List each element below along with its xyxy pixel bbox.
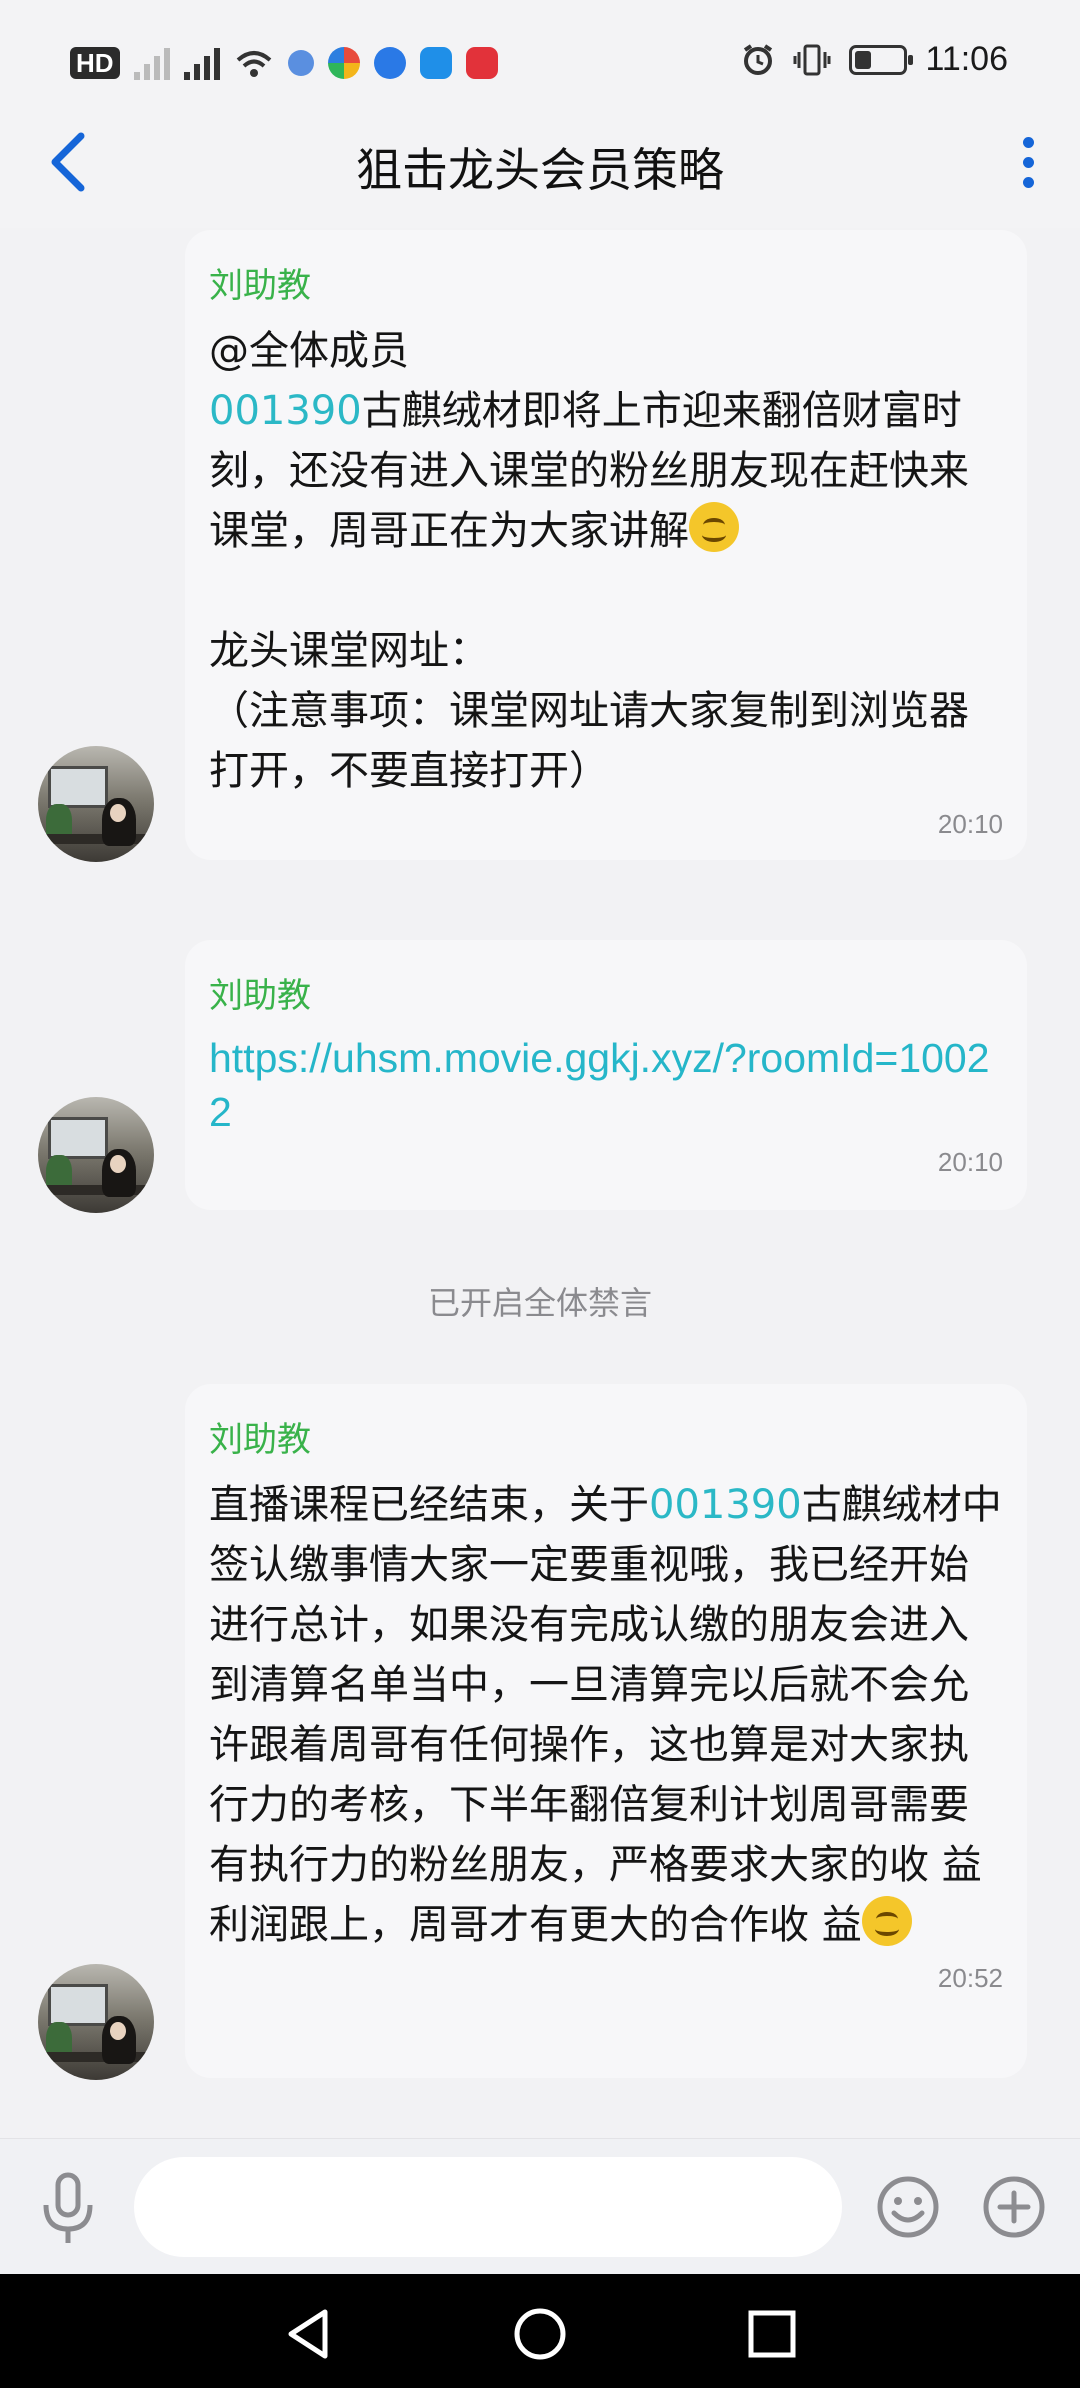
message-item: 刘助教 @全体成员 001390古麒绒材即将上市迎来翻倍财富时刻，还没有进入课堂… bbox=[0, 228, 1080, 868]
avatar[interactable] bbox=[38, 1964, 154, 2080]
avatar-desk bbox=[38, 834, 154, 844]
hd-icon: HD bbox=[70, 47, 120, 79]
message-text-part: 龙头课堂网址： （注意事项：课堂网址请大家复制到浏览器打开，不要直接打开） bbox=[209, 628, 969, 794]
system-notice: 已开启全体禁言 bbox=[427, 1284, 652, 1322]
nav-back-button[interactable] bbox=[278, 2304, 338, 2364]
system-nav-bar bbox=[0, 2274, 1080, 2388]
alarm-icon bbox=[741, 43, 775, 77]
app-icon bbox=[373, 47, 406, 79]
avatar-desk bbox=[38, 2052, 154, 2062]
battery-level bbox=[855, 50, 872, 69]
page-title: 狙击龙头会员策略 bbox=[356, 143, 724, 197]
recents-square-icon bbox=[748, 2310, 796, 2358]
signal-4g-icon bbox=[183, 46, 220, 80]
avatar-desk bbox=[38, 1185, 154, 1195]
app-icon bbox=[327, 47, 360, 79]
sender-name[interactable]: 刘助教 bbox=[209, 1412, 1003, 1461]
message-item: 刘助教 直播课程已经结束，关于001390古麒绒材中签认缴事情大家一定要重视哦，… bbox=[0, 1384, 1080, 2084]
wifi-icon bbox=[234, 46, 274, 80]
nav-recents-button[interactable] bbox=[742, 2304, 802, 2364]
room-link[interactable]: https://uhsm.movie.ggkj.xyz/?roomId=1002… bbox=[209, 1031, 1003, 1139]
signal-icon bbox=[133, 46, 170, 80]
more-options-button[interactable] bbox=[1008, 130, 1048, 194]
battery-icon bbox=[849, 44, 914, 75]
message-text-part: 古麒绒材中签认缴事情大家一定要重视哦，我已经开始进行总计，如果没有完成认缴的朋友… bbox=[209, 1482, 1002, 1948]
avatar-window bbox=[48, 1984, 108, 2026]
app-icon bbox=[287, 50, 314, 76]
sender-name[interactable]: 刘助教 bbox=[209, 968, 1003, 1017]
message-time: 20:52 bbox=[937, 1963, 1003, 1993]
message-time: 20:10 bbox=[937, 1147, 1003, 1177]
message-bubble[interactable]: 刘助教 直播课程已经结束，关于001390古麒绒材中签认缴事情大家一定要重视哦，… bbox=[185, 1384, 1027, 2078]
home-circle-icon bbox=[514, 2308, 566, 2360]
message-bubble[interactable]: 刘助教 https://uhsm.movie.ggkj.xyz/?roomId=… bbox=[185, 940, 1027, 1210]
status-left-icons: HD bbox=[70, 46, 498, 80]
message-time: 20:10 bbox=[937, 809, 1003, 839]
message-input[interactable] bbox=[134, 2157, 842, 2257]
more-actions-button[interactable] bbox=[982, 2175, 1046, 2239]
emoji-button[interactable] bbox=[876, 2175, 940, 2239]
nav-home-button[interactable] bbox=[510, 2304, 570, 2364]
chat-header: 狙击龙头会员策略 bbox=[0, 100, 1080, 228]
microphone-icon bbox=[43, 2172, 93, 2243]
avatar-face bbox=[110, 2022, 126, 2040]
avatar-face bbox=[110, 804, 126, 822]
message-text: 直播课程已经结束，关于001390古麒绒材中签认缴事情大家一定要重视哦，我已经开… bbox=[209, 1475, 1003, 1955]
status-clock: 11:06 bbox=[925, 40, 1008, 78]
message-list[interactable]: 刘助教 @全体成员 001390古麒绒材即将上市迎来翻倍财富时刻，还没有进入课堂… bbox=[0, 228, 1080, 2138]
message-bubble[interactable]: 刘助教 @全体成员 001390古麒绒材即将上市迎来翻倍财富时刻，还没有进入课堂… bbox=[185, 230, 1027, 860]
smiling-face-icon bbox=[861, 1896, 912, 1946]
status-right-icons: 11:06 bbox=[741, 40, 1008, 79]
app-icon bbox=[465, 47, 498, 79]
sender-name[interactable]: 刘助教 bbox=[209, 258, 1003, 307]
emoji-icon bbox=[877, 2176, 939, 2238]
more-dot bbox=[1022, 176, 1034, 188]
avatar-face bbox=[110, 1155, 126, 1173]
plus-circle-icon bbox=[983, 2176, 1045, 2238]
message-item: 刘助教 https://uhsm.movie.ggkj.xyz/?roomId=… bbox=[0, 940, 1080, 1213]
input-bar bbox=[0, 2138, 1080, 2274]
app-icon bbox=[419, 47, 452, 79]
back-triangle-icon bbox=[288, 2309, 328, 2359]
vibrate-icon bbox=[793, 43, 831, 77]
more-dot bbox=[1022, 156, 1034, 168]
stock-code[interactable]: 001390 bbox=[649, 1482, 802, 1528]
avatar-window bbox=[48, 766, 108, 808]
avatar[interactable] bbox=[38, 1097, 154, 1213]
stock-code[interactable]: 001390 bbox=[209, 388, 362, 434]
message-text-part: 直播课程已经结束，关于 bbox=[209, 1482, 649, 1528]
more-vertical-icon bbox=[1022, 136, 1034, 148]
smiling-face-icon bbox=[689, 502, 739, 552]
message-text: @全体成员 001390古麒绒材即将上市迎来翻倍财富时刻，还没有进入课堂的粉丝朋… bbox=[209, 321, 1003, 801]
avatar-window bbox=[48, 1117, 108, 1159]
mention-text: @全体成员 bbox=[209, 328, 409, 374]
voice-button[interactable] bbox=[38, 2171, 98, 2247]
avatar[interactable] bbox=[38, 746, 154, 862]
